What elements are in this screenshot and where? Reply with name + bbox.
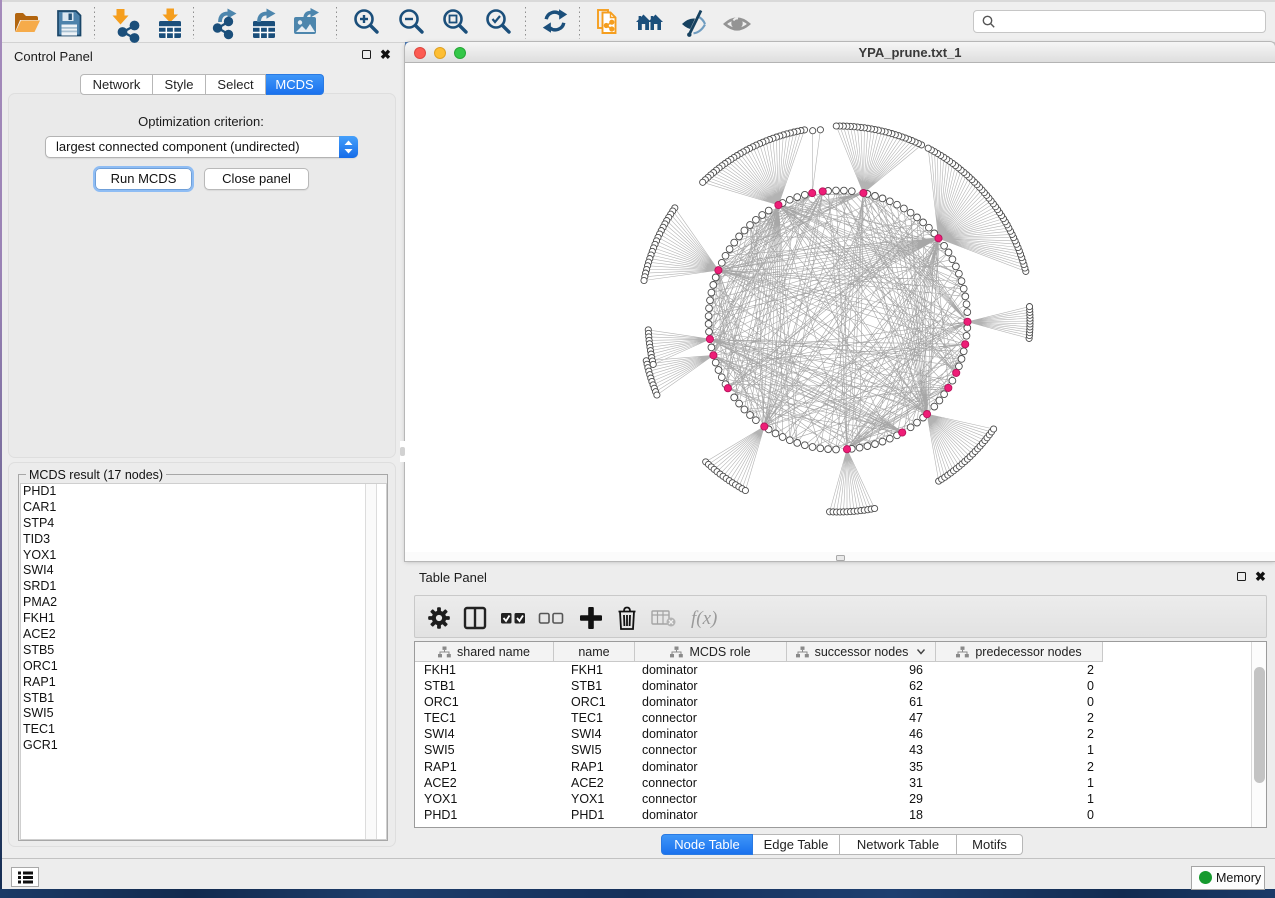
svg-text:f(x): f(x) xyxy=(691,608,717,629)
